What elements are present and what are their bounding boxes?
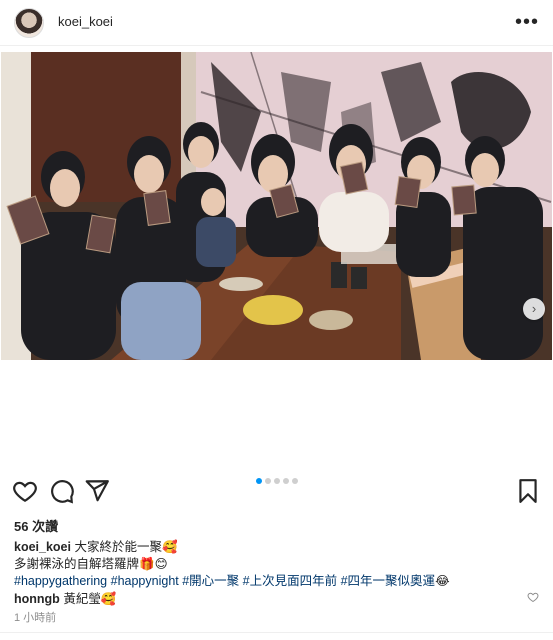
carousel-dot [273,478,280,484]
carousel-dot [255,478,262,484]
caption-hashtags: #happygathering #happynight #開心一聚 #上次見面四… [14,573,450,590]
action-bar [0,476,553,506]
bookmark-icon[interactable] [515,478,541,504]
hashtag[interactable]: #上次見面四年前 [243,574,337,588]
carousel-dot [282,478,289,484]
carousel-next-button[interactable]: › [523,298,545,320]
carousel-dot [264,478,271,484]
hashtag[interactable]: #happynight [111,574,179,588]
caption-text: 大家終於能一聚🥰 [74,540,178,554]
comment-text: 黃紀瑩🥰 [63,592,117,606]
hashtag[interactable]: #四年一聚似奧運 [341,574,435,588]
comment-username[interactable]: honngb [14,592,60,606]
divider [0,632,553,633]
more-options-icon[interactable]: ••• [515,12,539,32]
comment-item: honngb 黃紀瑩🥰 [14,591,116,608]
post-timestamp[interactable]: 1 小時前 [14,609,56,625]
hashtag[interactable]: #開心一聚 [182,574,239,588]
comment-like-heart-icon[interactable] [527,590,539,603]
hashtag-emoji: 😂 [435,574,450,588]
carousel-dots [0,478,553,486]
caption-line-2: 多謝裸泳的自解塔羅牌🎁😊 [14,557,168,571]
carousel-dot [291,478,298,484]
post-header: koei_koei ••• [0,0,553,46]
caption-username[interactable]: koei_koei [14,540,71,554]
likes-count[interactable]: 56 次讚 [14,516,58,535]
group-photo-illustration [1,52,552,360]
post-username[interactable]: koei_koei [58,14,113,29]
hashtag[interactable]: #happygathering [14,574,107,588]
avatar[interactable] [14,8,44,38]
post-image[interactable]: › [1,52,552,360]
caption-line-1: koei_koei 大家終於能一聚🥰 [14,539,178,556]
